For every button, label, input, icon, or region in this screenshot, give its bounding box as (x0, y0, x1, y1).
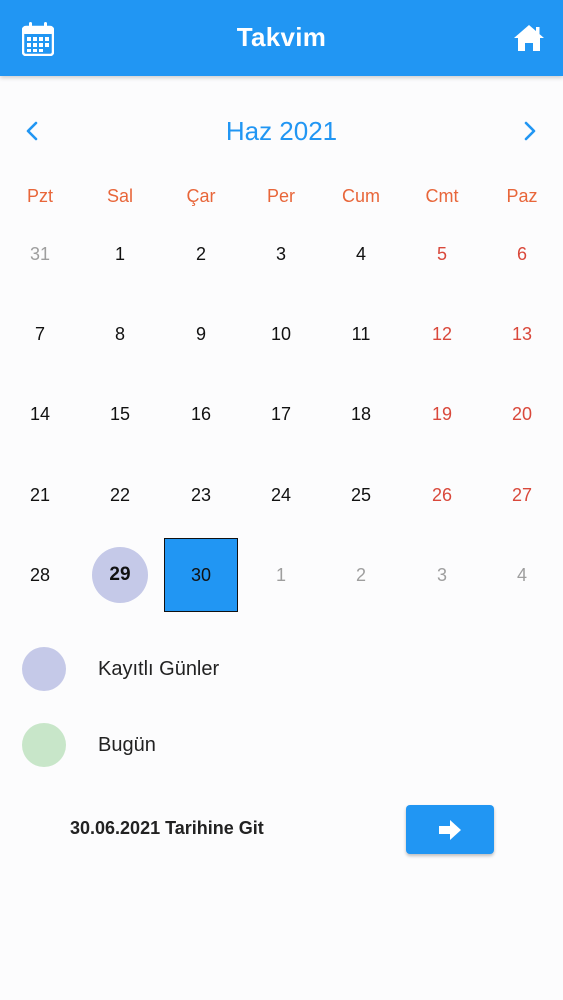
calendar-day-saved[interactable]: 29 (92, 547, 148, 603)
calendar-day[interactable]: 14 (2, 376, 78, 452)
calendar-day[interactable]: 4 (484, 537, 560, 613)
calendar-day[interactable]: 3 (404, 537, 480, 613)
calendar-day[interactable]: 2 (323, 537, 399, 613)
calendar-day[interactable]: 25 (323, 457, 399, 533)
calendar-day[interactable]: 18 (323, 376, 399, 452)
calendar-day[interactable]: 8 (82, 296, 158, 372)
app-bar: Takvim (0, 0, 563, 76)
weekday-label: Sal (106, 186, 133, 206)
calendar-day[interactable]: 13 (484, 296, 560, 372)
calendar-day[interactable]: 27 (484, 457, 560, 533)
calendar-day[interactable]: 10 (243, 296, 319, 372)
calendar-grid: 31 1 2 3 4 5 6 7 8 9 10 11 12 13 14 15 16 17 18 19 20 21 22 23 2… (0, 216, 563, 616)
weekday-label: Cum (341, 186, 380, 206)
calendar-day[interactable]: 1 (243, 537, 319, 613)
calendar-day[interactable]: 28 (2, 537, 78, 613)
calendar-day[interactable]: 21 (2, 457, 78, 533)
arrow-right-icon (439, 820, 461, 840)
calendar-day[interactable]: 15 (82, 376, 158, 452)
weekday-header: Pzt Sal Çar Per Cum Cmt Paz (0, 186, 563, 210)
weekday-label: Çar (186, 186, 216, 206)
calendar-day[interactable]: 6 (484, 216, 560, 292)
legend-dot (22, 647, 66, 691)
calendar-day[interactable]: 11 (323, 296, 399, 372)
weekday-label: Cmt (425, 186, 459, 206)
weekday-label: Pzt (26, 186, 53, 206)
goto-date-label: 30.06.2021 Tarihine Git (70, 818, 264, 838)
calendar-day-selected[interactable]: 30 (164, 538, 238, 612)
page-title: Takvim (236, 22, 327, 52)
calendar-day[interactable]: 26 (404, 457, 480, 533)
calendar-day[interactable]: 2 (163, 216, 239, 292)
calendar-day[interactable]: 22 (82, 457, 158, 533)
chevron-right-icon[interactable] (520, 120, 540, 142)
calendar-day[interactable]: 19 (404, 376, 480, 452)
calendar-day[interactable]: 1 (82, 216, 158, 292)
goto-date-button[interactable] (406, 805, 494, 854)
legend-saved-days: Kayıtlı Günler (22, 647, 422, 693)
legend-label: Kayıtlı Günler (98, 658, 220, 680)
calendar-day[interactable]: 9 (163, 296, 239, 372)
calendar-day[interactable]: 7 (2, 296, 78, 372)
weekday-label: Paz (506, 186, 538, 206)
calendar-day[interactable]: 20 (484, 376, 560, 452)
calendar-day[interactable]: 24 (243, 457, 319, 533)
calendar-day[interactable]: 4 (323, 216, 399, 292)
calendar-day[interactable]: 17 (243, 376, 319, 452)
calendar-day[interactable]: 5 (404, 216, 480, 292)
calendar-day[interactable]: 12 (404, 296, 480, 372)
weekday-label: Per (266, 186, 295, 206)
calendar-day[interactable]: 16 (163, 376, 239, 452)
legend-dot (22, 723, 66, 767)
calendar-day[interactable]: 23 (163, 457, 239, 533)
legend-today: Bugün (22, 723, 422, 769)
calendar-day[interactable]: 31 (2, 216, 78, 292)
month-navigation: Haz 2021 (0, 110, 563, 152)
home-icon[interactable] (513, 24, 545, 52)
calendar-day[interactable]: 3 (243, 216, 319, 292)
month-title: Haz 2021 (225, 116, 338, 146)
legend-label: Bugün (98, 734, 156, 756)
